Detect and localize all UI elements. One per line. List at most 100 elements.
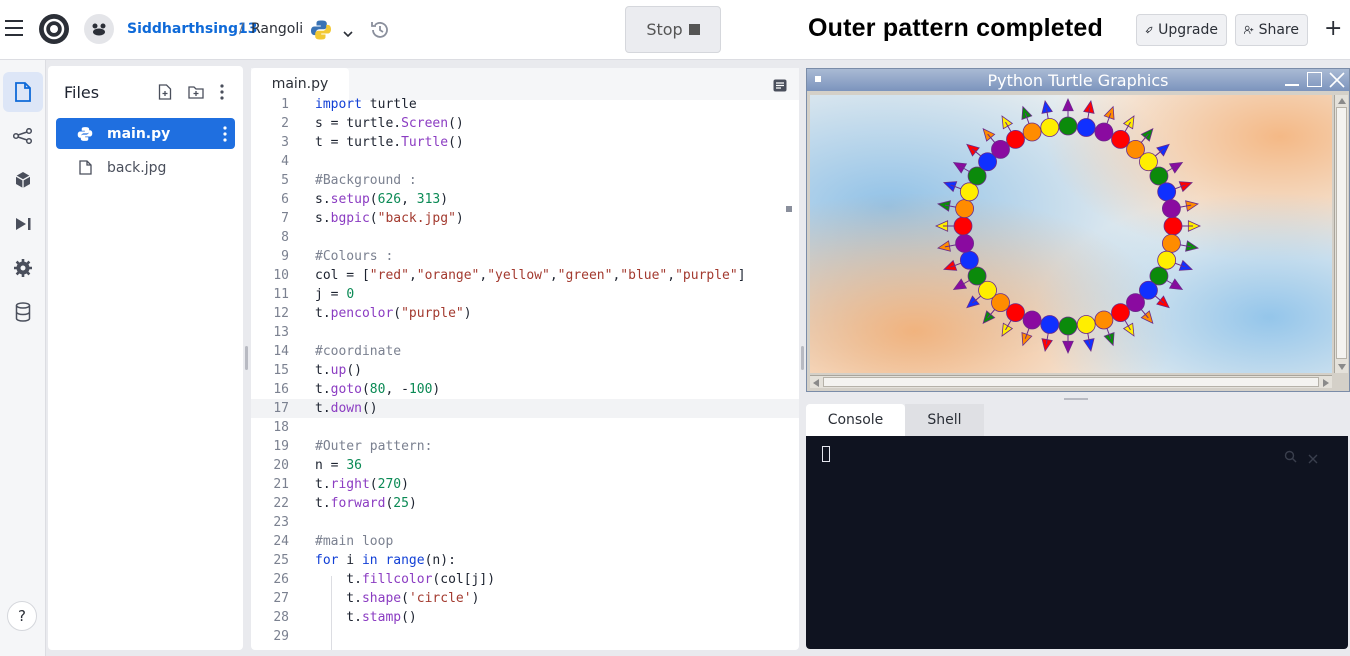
minimize-icon[interactable] (1285, 84, 1299, 86)
file-more-icon[interactable] (223, 125, 227, 142)
tab-shell[interactable]: Shell (905, 404, 984, 436)
left-rail: ? (0, 60, 46, 656)
line-number: 18 (273, 420, 289, 435)
code-text: t = turtle.Turtle() (315, 135, 464, 150)
version-control-icon[interactable] (8, 121, 38, 151)
code-line[interactable]: 4 (251, 152, 799, 171)
console-output[interactable] (806, 436, 1348, 649)
tab-console[interactable]: Console (806, 404, 905, 436)
code-line[interactable]: 20 n = 36 (251, 456, 799, 475)
ring-dot (1149, 166, 1169, 186)
resize-handle[interactable] (245, 346, 248, 370)
code-line[interactable]: 6 s.setup(626, 313) (251, 190, 799, 209)
history-icon[interactable] (369, 19, 391, 45)
resize-handle[interactable] (801, 346, 804, 370)
code-line[interactable]: 5 #Background : (251, 171, 799, 190)
code-line[interactable]: 23 (251, 513, 799, 532)
code-line[interactable]: 18 (251, 418, 799, 437)
code-line[interactable]: 17 t.down() (251, 399, 799, 418)
files-more-icon[interactable] (220, 84, 224, 104)
repl-name[interactable]: Rangoli (251, 21, 303, 37)
stop-button[interactable]: Stop (625, 6, 721, 53)
code-line[interactable]: 14 #coordinate (251, 342, 799, 361)
code-line[interactable]: 22 t.forward(25) (251, 494, 799, 513)
ring-dot (1022, 122, 1042, 142)
search-icon[interactable] (1284, 448, 1297, 467)
user-avatar[interactable] (84, 14, 114, 44)
code-line[interactable]: 27 t.shape('circle') (251, 589, 799, 608)
upgrade-button[interactable]: Upgrade (1136, 14, 1227, 46)
editor-scrollbar[interactable] (786, 206, 792, 212)
turtle-title-bar: Python Turtle Graphics (807, 69, 1349, 91)
ring-dot (1076, 315, 1096, 334)
pane-divider-handle[interactable] (1064, 398, 1088, 400)
code-line[interactable]: 9 #Colours : (251, 247, 799, 266)
code-line[interactable]: 15 t.up() (251, 361, 799, 380)
line-number: 25 (273, 553, 289, 568)
code-line[interactable]: 29 (251, 627, 799, 646)
page-title: Outer pattern completed (808, 14, 1103, 42)
code-line[interactable]: 1 import turtle (251, 95, 799, 114)
file-item-back-jpg[interactable]: back.jpg (56, 152, 235, 183)
code-line[interactable]: 25 for i in range(n): (251, 551, 799, 570)
ring-dot (959, 182, 979, 202)
ring-dot (1162, 199, 1181, 219)
code-line[interactable]: 2 s = turtle.Screen() (251, 114, 799, 133)
user-link[interactable]: Siddharthsing13 (127, 21, 258, 37)
outline-icon[interactable] (773, 77, 787, 96)
code-line[interactable]: 11 j = 0 (251, 285, 799, 304)
file-item-main-py[interactable]: main.py (56, 118, 235, 149)
ring-dot (991, 139, 1010, 159)
turtle-hscrollbar[interactable] (810, 375, 1332, 388)
window-menu-icon[interactable] (815, 76, 821, 82)
code-line[interactable]: 12 t.pencolor("purple") (251, 304, 799, 323)
code-editor: main.py 1 import turtle 2 s = turtle.Screen… (251, 68, 799, 650)
code-text: s.setup(626, 313) (315, 192, 449, 207)
ring-dot (1006, 303, 1025, 323)
python-file-icon (77, 126, 93, 141)
maximize-icon[interactable] (1307, 72, 1322, 87)
code-text: t.pencolor("purple") (315, 306, 472, 321)
packages-icon[interactable] (8, 165, 38, 195)
line-number: 4 (281, 154, 289, 169)
line-number: 28 (273, 610, 289, 625)
line-number: 9 (281, 249, 289, 264)
code-line[interactable]: 3 t = turtle.Turtle() (251, 133, 799, 152)
share-button[interactable]: Share (1235, 14, 1308, 46)
close-icon[interactable] (1328, 71, 1346, 93)
line-number: 8 (281, 230, 289, 245)
turtle-vscrollbar[interactable] (1334, 95, 1348, 373)
ring-dot (1157, 250, 1177, 270)
code-line[interactable]: 26 t.fillcolor(col[j]) (251, 570, 799, 589)
turtle-canvas[interactable] (810, 95, 1332, 373)
code-line[interactable]: 8 (251, 228, 799, 247)
replit-logo[interactable] (38, 13, 70, 49)
top-bar: Siddharthsing13 / Rangoli Stop Outer pat… (0, 0, 1350, 60)
code-text: t.right(270) (315, 477, 409, 492)
code-line[interactable]: 21 t.right(270) (251, 475, 799, 494)
ring-dot (953, 216, 973, 236)
code-line[interactable]: 7 s.bgpic("back.jpg") (251, 209, 799, 228)
code-line[interactable]: 19 #Outer pattern: (251, 437, 799, 456)
code-line[interactable]: 10 col = ["red","orange","yellow","green"… (251, 266, 799, 285)
settings-icon[interactable] (8, 253, 38, 283)
clear-icon[interactable] (1308, 449, 1318, 468)
ring-dot (1022, 310, 1042, 330)
database-icon[interactable] (8, 297, 38, 327)
code-line[interactable]: 28 t.stamp() (251, 608, 799, 627)
line-number: 6 (281, 192, 289, 207)
code-line[interactable]: 13 (251, 323, 799, 342)
run-icon[interactable] (8, 209, 38, 239)
add-tab-button[interactable]: + (1324, 16, 1342, 41)
indent-guide (331, 576, 332, 650)
files-icon[interactable] (3, 72, 43, 112)
help-button[interactable]: ? (7, 601, 37, 631)
ring-dot (1058, 116, 1078, 136)
code-line[interactable]: 16 t.goto(80, -100) (251, 380, 799, 399)
menu-icon[interactable] (5, 20, 23, 36)
line-number: 10 (273, 268, 289, 283)
new-file-icon[interactable] (158, 84, 172, 104)
new-folder-icon[interactable] (188, 84, 204, 103)
chevron-down-icon[interactable] (342, 24, 354, 43)
code-line[interactable]: 24 #main loop (251, 532, 799, 551)
